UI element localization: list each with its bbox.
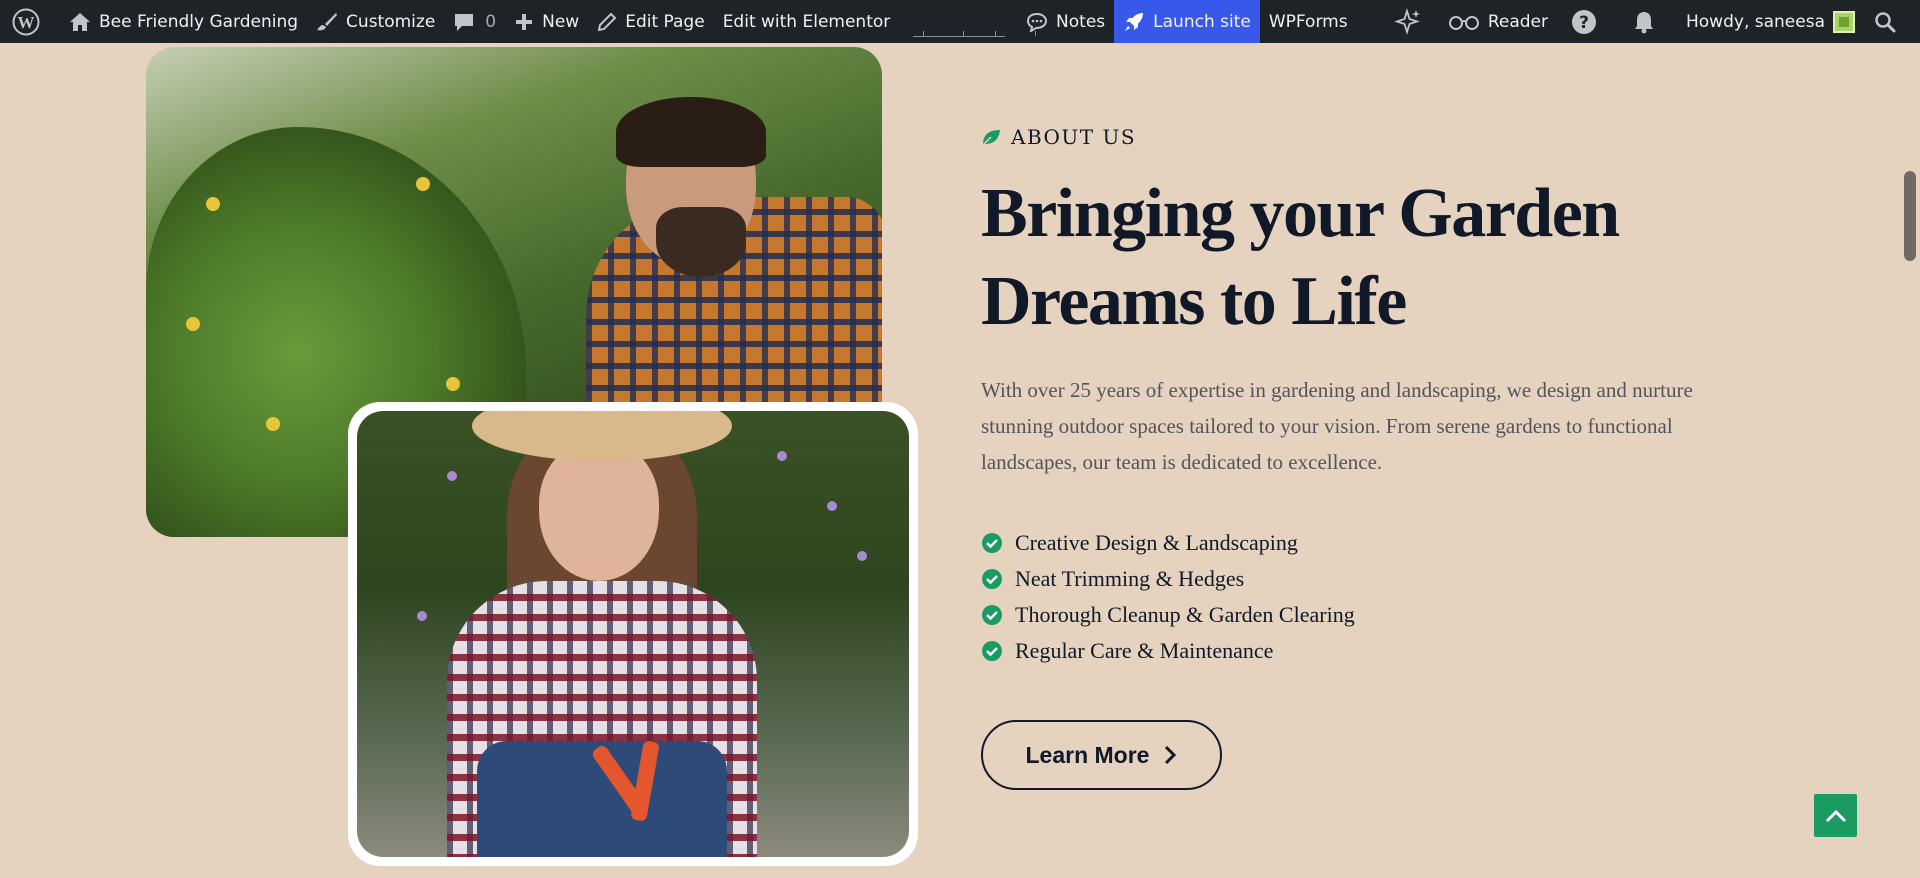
list-item: Creative Design & Landscaping bbox=[981, 525, 1355, 561]
launch-site-label: Launch site bbox=[1153, 11, 1251, 32]
svg-text:?: ? bbox=[1579, 13, 1589, 33]
bell-icon bbox=[1635, 11, 1653, 33]
comment-icon bbox=[455, 13, 474, 31]
plus-icon bbox=[516, 13, 533, 30]
gardener-woman-photo-frame bbox=[348, 402, 918, 866]
wpforms-link[interactable]: WPForms bbox=[1260, 0, 1357, 43]
check-circle-icon bbox=[982, 569, 1002, 589]
section-heading: Bringing your Garden Dreams to Life bbox=[981, 170, 1741, 346]
wordpress-logo-button[interactable]: W bbox=[0, 0, 60, 43]
admin-bar: W Bee Friendly Gardening Customize 0 New… bbox=[0, 0, 1920, 43]
help-icon: ? bbox=[1572, 9, 1596, 34]
notes-label: Notes bbox=[1056, 11, 1106, 32]
notes-link[interactable]: Notes bbox=[1017, 0, 1114, 43]
customize-link[interactable]: Customize bbox=[307, 0, 444, 43]
chevron-up-icon bbox=[1825, 809, 1846, 822]
feature-label: Thorough Cleanup & Garden Clearing bbox=[1015, 602, 1355, 627]
site-name-link[interactable]: Bee Friendly Gardening bbox=[60, 0, 307, 43]
brush-icon bbox=[317, 12, 338, 30]
page-scrollbar[interactable] bbox=[1900, 43, 1920, 878]
comments-count: 0 bbox=[485, 11, 497, 32]
avatar bbox=[1833, 10, 1855, 33]
edit-elementor-label: Edit with Elementor bbox=[722, 11, 891, 32]
new-content-link[interactable]: New bbox=[505, 0, 588, 43]
home-icon bbox=[70, 12, 90, 31]
list-item: Thorough Cleanup & Garden Clearing bbox=[981, 597, 1355, 633]
reader-glasses-icon bbox=[1448, 15, 1479, 30]
wpforms-label: WPForms bbox=[1268, 11, 1348, 32]
check-circle-icon bbox=[982, 533, 1002, 553]
svg-text:W: W bbox=[18, 13, 35, 32]
edit-page-link[interactable]: Edit Page bbox=[588, 0, 713, 43]
site-name-label: Bee Friendly Gardening bbox=[99, 11, 299, 32]
feature-list: Creative Design & Landscaping Neat Trimm… bbox=[981, 525, 1355, 669]
search-icon bbox=[1875, 11, 1896, 32]
help-button[interactable]: ? bbox=[1557, 0, 1619, 43]
rocket-icon bbox=[1125, 12, 1144, 31]
back-to-top-button[interactable] bbox=[1814, 794, 1857, 837]
eyebrow-label: ABOUT US bbox=[1011, 125, 1137, 149]
launch-site-button[interactable]: Launch site bbox=[1114, 0, 1260, 43]
reader-link[interactable]: Reader bbox=[1439, 0, 1557, 43]
pencil-icon bbox=[597, 12, 617, 31]
ai-assistant-button[interactable] bbox=[1385, 0, 1439, 43]
feature-label: Creative Design & Landscaping bbox=[1015, 530, 1298, 555]
ruler-widget bbox=[913, 0, 1037, 43]
notifications-button[interactable] bbox=[1619, 0, 1677, 43]
learn-more-button[interactable]: Learn More bbox=[981, 720, 1222, 790]
howdy-label: Howdy, saneesa bbox=[1686, 11, 1825, 32]
search-button[interactable] bbox=[1864, 0, 1920, 43]
heading-line-1: Bringing your Garden bbox=[981, 175, 1620, 252]
sparkle-icon bbox=[1393, 7, 1420, 35]
edit-elementor-link[interactable]: Edit with Elementor bbox=[714, 0, 900, 43]
feature-label: Neat Trimming & Hedges bbox=[1015, 566, 1245, 591]
list-item: Neat Trimming & Hedges bbox=[981, 561, 1355, 597]
list-item: Regular Care & Maintenance bbox=[981, 633, 1355, 669]
leaf-icon bbox=[982, 130, 1000, 146]
customize-label: Customize bbox=[346, 11, 436, 32]
wordpress-icon: W bbox=[12, 8, 40, 35]
section-eyebrow: ABOUT US bbox=[981, 125, 1136, 149]
comments-link[interactable]: 0 bbox=[444, 0, 505, 43]
edit-page-label: Edit Page bbox=[625, 11, 705, 32]
learn-more-label: Learn More bbox=[1025, 741, 1150, 768]
section-description: With over 25 years of expertise in garde… bbox=[981, 378, 1693, 474]
notes-icon bbox=[1027, 12, 1048, 32]
heading-line-2: Dreams to Life bbox=[981, 263, 1407, 340]
new-label: New bbox=[542, 11, 580, 32]
check-circle-icon bbox=[982, 605, 1002, 625]
account-menu[interactable]: Howdy, saneesa bbox=[1677, 0, 1864, 43]
check-circle-icon bbox=[982, 641, 1002, 661]
chevron-right-icon bbox=[1165, 745, 1177, 765]
scrollbar-thumb[interactable] bbox=[1904, 171, 1916, 261]
gardener-woman-photo bbox=[357, 411, 909, 857]
reader-label: Reader bbox=[1487, 11, 1548, 32]
feature-label: Regular Care & Maintenance bbox=[1015, 638, 1274, 663]
